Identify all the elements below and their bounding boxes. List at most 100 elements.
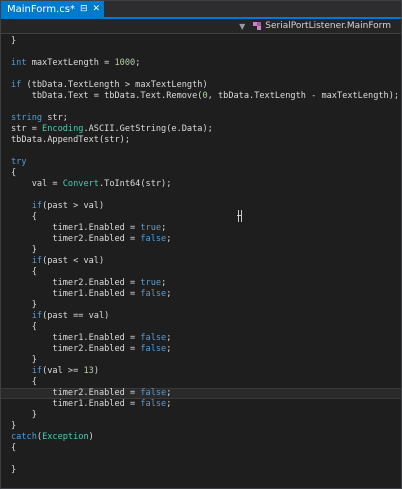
- code-token: val =: [11, 179, 63, 189]
- member-dropdown[interactable]: SerialPortListener.MainForm: [265, 21, 391, 31]
- document-tab-bar: MainForm.cs* ⊟ ✕: [1, 1, 401, 19]
- code-token: int: [11, 58, 27, 68]
- code-token: {: [11, 322, 37, 332]
- code-token: {: [11, 267, 37, 277]
- code-line: if(past > val): [11, 201, 104, 212]
- code-token: timer2.Enabled =: [11, 234, 141, 244]
- code-token: timer2.Enabled =: [11, 278, 141, 288]
- code-line: timer2.Enabled = false;: [11, 344, 171, 355]
- code-token: tbData.Text = tbData.Text.Remove(: [11, 91, 203, 101]
- code-token: }: [11, 355, 37, 365]
- code-line: }: [11, 300, 37, 311]
- code-token: }: [11, 36, 17, 46]
- code-line: timer2.Enabled = false;: [11, 234, 171, 245]
- code-line: timer2.Enabled = true;: [11, 278, 166, 289]
- code-line: {: [11, 322, 37, 333]
- code-line: timer1.Enabled = false;: [11, 289, 171, 300]
- tab-title: MainForm.cs*: [7, 3, 75, 15]
- code-token: Encoding: [42, 124, 84, 134]
- code-line: timer1.Enabled = false;: [11, 399, 171, 410]
- code-token: timer1.Enabled =: [11, 399, 141, 409]
- code-token: {: [11, 377, 37, 387]
- code-line: if(past < val): [11, 256, 104, 267]
- code-line: }: [11, 36, 16, 47]
- code-line: if (tbData.TextLength > maxTextLength): [11, 80, 208, 91]
- code-token: (val >=: [42, 366, 84, 376]
- code-token: }: [11, 300, 37, 310]
- code-token: true: [140, 278, 162, 288]
- code-token: ;: [166, 344, 172, 354]
- code-token: }: [11, 410, 37, 420]
- code-line: {: [11, 443, 16, 454]
- code-token: Convert: [62, 179, 99, 189]
- code-line: catch(Exception): [11, 432, 94, 443]
- ide-window: MainForm.cs* ⊟ ✕ ▼ SerialPortListener.Ma…: [0, 0, 402, 489]
- code-token: false: [140, 388, 167, 398]
- code-line: tbData.AppendText(str);: [11, 135, 130, 146]
- code-line: timer1.Enabled = true;: [11, 223, 166, 234]
- code-token: {: [11, 168, 17, 178]
- code-token: ;: [166, 289, 172, 299]
- code-line: }: [11, 355, 37, 366]
- code-line: if(past == val): [11, 311, 110, 322]
- code-token: ;: [166, 234, 172, 244]
- code-line: string str;: [11, 113, 68, 124]
- code-token: ;: [161, 223, 167, 233]
- code-token: }: [11, 421, 17, 431]
- code-token: , tbData.TextLength - maxTextLength);: [207, 91, 400, 101]
- code-line: if(val >= 13): [11, 366, 99, 377]
- code-token: timer2.Enabled =: [11, 388, 141, 398]
- code-line: timer1.Enabled = false;: [11, 333, 171, 344]
- code-token: (past == val): [42, 311, 110, 321]
- code-line: {: [11, 212, 37, 223]
- code-token: }: [11, 245, 37, 255]
- code-token: {: [11, 443, 17, 453]
- close-icon[interactable]: ✕: [93, 4, 101, 14]
- navigation-bar: ▼ SerialPortListener.MainForm: [1, 19, 401, 34]
- code-token: catch: [11, 432, 37, 442]
- code-token: false: [140, 399, 167, 409]
- code-token: timer2.Enabled =: [11, 344, 141, 354]
- code-line: tbData.Text = tbData.Text.Remove(0, tbDa…: [11, 91, 399, 102]
- tab-mainform[interactable]: MainForm.cs* ⊟ ✕: [1, 1, 105, 17]
- class-icon: [253, 22, 262, 30]
- code-token: true: [140, 223, 162, 233]
- code-token: ;: [161, 278, 167, 288]
- pin-icon[interactable]: ⊟: [80, 4, 88, 14]
- code-token: (past < val): [42, 256, 105, 266]
- code-token: .ASCII.GetString(e.Data);: [83, 124, 213, 134]
- code-token: {: [11, 212, 37, 222]
- code-token: timer1.Enabled =: [11, 223, 141, 233]
- code-token: str;: [42, 113, 68, 123]
- code-token: ;: [166, 333, 172, 343]
- code-token: (past > val): [42, 201, 105, 211]
- code-token: false: [140, 289, 167, 299]
- code-token: Exception: [42, 432, 89, 442]
- code-token: if: [31, 256, 43, 266]
- code-token: false: [140, 344, 167, 354]
- code-token: false: [140, 333, 167, 343]
- code-token: try: [11, 157, 27, 167]
- code-token: .ToInt64(str);: [98, 179, 172, 189]
- code-token: maxTextLength =: [26, 58, 115, 68]
- code-line: {: [11, 267, 37, 278]
- code-token: if: [31, 311, 43, 321]
- code-token: 13: [83, 366, 94, 376]
- code-line: timer2.Enabled = false;: [11, 388, 171, 399]
- code-token: ;: [166, 399, 172, 409]
- code-token: ): [88, 432, 94, 442]
- code-token: timer1.Enabled =: [11, 289, 141, 299]
- chevron-down-icon[interactable]: ▼: [239, 22, 245, 31]
- code-line: }: [11, 410, 37, 421]
- code-line: }: [11, 245, 37, 256]
- code-editor[interactable]: } int maxTextLength = 1000; if (tbData.Tex…: [1, 34, 401, 488]
- code-line: {: [11, 377, 37, 388]
- code-token: if: [11, 80, 22, 90]
- code-line: val = Convert.ToInt64(str);: [11, 179, 172, 190]
- code-line: {: [11, 168, 16, 179]
- code-line: }: [11, 465, 16, 476]
